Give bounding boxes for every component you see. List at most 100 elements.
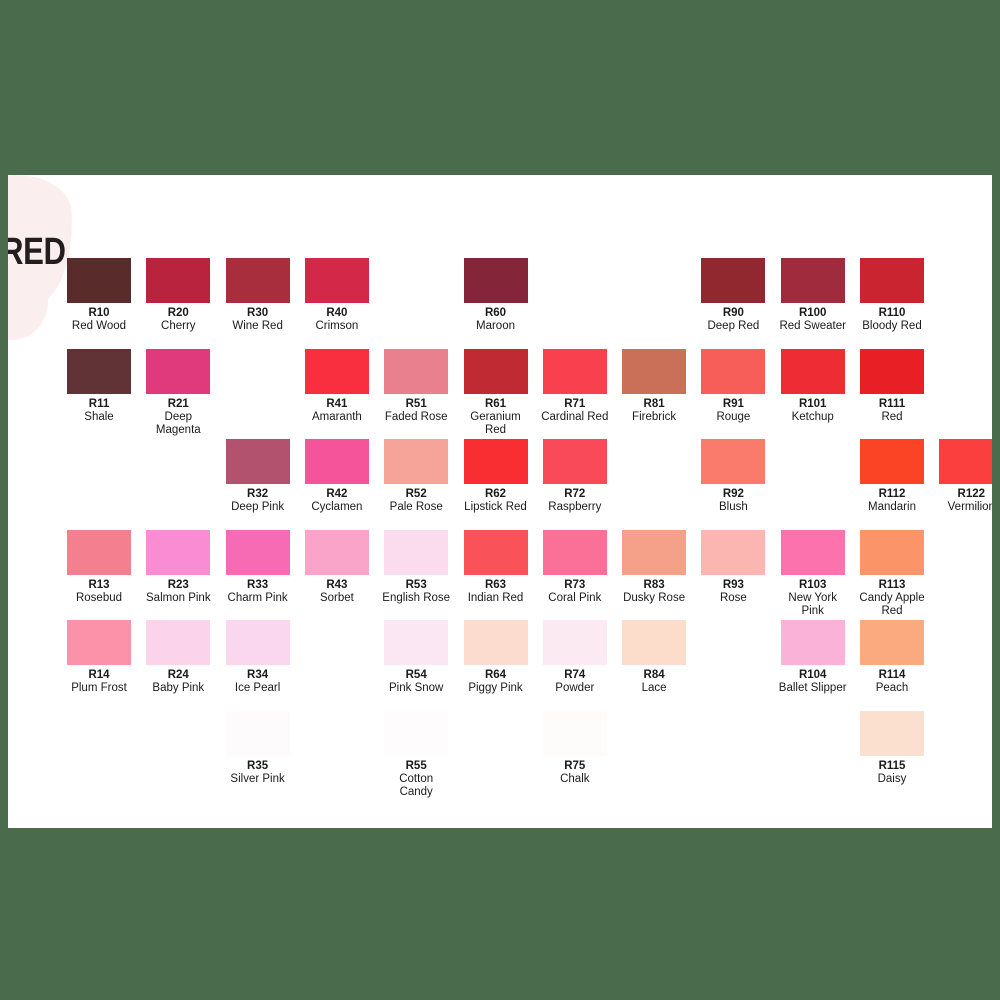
swatch-cell[interactable]: R33 Charm Pink [225,529,294,606]
color-swatch[interactable] [701,258,766,303]
color-swatch[interactable] [542,710,607,756]
swatch-cell[interactable]: R55 Cotton Candy [384,710,452,800]
swatch-cell[interactable]: R93 Rose [701,529,769,606]
swatch-cell[interactable]: R91 Rouge [701,348,769,425]
color-swatch[interactable] [304,258,369,303]
color-swatch[interactable] [780,529,845,575]
swatch-cell[interactable]: R71 Cardinal Red [541,348,611,425]
color-swatch[interactable] [146,620,211,665]
swatch-cell[interactable]: R34 Ice Pearl [225,620,294,696]
swatch-cell[interactable]: R60 Maroon [463,258,532,334]
swatch-cell[interactable]: R11 Shale [67,348,135,425]
swatch-cell[interactable]: R63 Indian Red [463,529,532,606]
color-swatch[interactable] [67,620,131,665]
swatch-cell[interactable]: R74 Powder [542,620,611,696]
swatch-cell[interactable]: R103 New York Pink [780,529,849,619]
color-swatch[interactable] [225,529,290,575]
color-swatch[interactable] [146,258,211,303]
color-swatch[interactable] [622,348,687,394]
swatch-cell[interactable]: R100 Red Sweater [779,258,849,334]
swatch-cell[interactable]: R111 Red [860,348,928,425]
swatch-cell[interactable]: R30 Wine Red [225,258,294,334]
swatch-cell[interactable]: R32 Deep Pink [225,439,294,515]
color-swatch[interactable] [146,348,211,394]
swatch-cell[interactable]: R40 Crimson [304,258,373,334]
color-swatch[interactable] [225,258,290,303]
color-swatch[interactable] [304,348,369,394]
color-swatch[interactable] [542,439,607,484]
color-swatch[interactable] [225,439,290,484]
swatch-cell[interactable]: R75 Chalk [542,710,611,787]
swatch-cell[interactable]: R14 Plum Frost [67,620,135,696]
color-swatch[interactable] [67,258,131,303]
swatch-cell[interactable]: R23 Salmon Pink [146,529,214,606]
swatch-cell[interactable]: R114 Peach [860,620,928,696]
color-swatch[interactable] [304,439,369,484]
color-swatch[interactable] [701,529,766,575]
color-swatch[interactable] [860,710,924,756]
color-swatch[interactable] [67,529,131,575]
color-swatch[interactable] [860,620,924,665]
swatch-cell[interactable]: R113 Candy Apple Red [859,529,928,619]
color-swatch[interactable] [622,529,687,575]
color-swatch[interactable] [146,529,211,575]
color-swatch[interactable] [463,529,528,575]
color-swatch[interactable] [542,620,607,665]
color-swatch[interactable] [780,348,845,394]
color-swatch[interactable] [463,620,528,665]
color-swatch[interactable] [463,348,528,394]
swatch-cell[interactable]: R54 Pink Snow [384,620,452,696]
swatch-cell[interactable]: R52 Pale Rose [384,439,452,515]
color-swatch[interactable] [225,620,290,665]
swatch-cell[interactable]: R110 Bloody Red [860,258,928,334]
color-swatch[interactable] [542,348,607,394]
color-swatch[interactable] [780,620,845,665]
color-swatch[interactable] [780,258,845,303]
swatch-cell[interactable]: R112 Mandarin [860,439,928,515]
swatch-cell[interactable]: R90 Deep Red [701,258,769,334]
color-swatch[interactable] [860,258,924,303]
color-swatch[interactable] [463,439,528,484]
swatch-cell[interactable]: R21 Deep Magenta [146,348,214,438]
swatch-cell[interactable]: R64 Piggy Pink [463,620,532,696]
color-swatch[interactable] [860,439,924,484]
swatch-cell[interactable]: R62 Lipstick Red [463,439,532,515]
color-swatch[interactable] [701,348,766,394]
swatch-cell[interactable]: R24 Baby Pink [146,620,214,696]
color-swatch[interactable] [463,258,528,303]
swatch-cell[interactable]: R104 Ballet Slipper [779,620,849,696]
swatch-cell[interactable]: R13 Rosebud [67,529,135,606]
swatch-cell[interactable]: R115 Daisy [860,710,928,787]
swatch-cell[interactable]: R73 Coral Pink [542,529,611,606]
color-swatch[interactable] [384,439,449,484]
swatch-cell[interactable]: R122 Vermilion [939,439,992,515]
color-swatch[interactable] [860,529,924,575]
swatch-cell[interactable]: R81 Firebrick [622,348,690,425]
color-swatch[interactable] [225,710,290,756]
color-swatch[interactable] [622,620,687,665]
swatch-cell[interactable]: R101 Ketchup [780,348,849,425]
color-swatch[interactable] [939,439,992,484]
color-swatch[interactable] [860,348,924,394]
color-swatch[interactable] [384,529,449,575]
swatch-cell[interactable]: R20 Cherry [146,258,214,334]
swatch-cell[interactable]: R41 Amaranth [304,348,373,425]
swatch-cell[interactable]: R53 English Rose [382,529,452,606]
swatch-cell[interactable]: R43 Sorbet [304,529,373,606]
swatch-cell[interactable]: R10 Red Wood [67,258,135,334]
swatch-cell[interactable]: R51 Faded Rose [384,348,452,425]
color-swatch[interactable] [384,620,449,665]
swatch-cell[interactable]: R92 Blush [701,439,769,515]
color-swatch[interactable] [542,529,607,575]
swatch-cell[interactable]: R42 Cyclamen [304,439,373,515]
swatch-cell[interactable]: R72 Raspberry [542,439,611,515]
color-swatch[interactable] [304,529,369,575]
color-swatch[interactable] [384,348,449,394]
color-swatch[interactable] [384,710,449,756]
color-swatch[interactable] [67,348,131,394]
swatch-cell[interactable]: R83 Dusky Rose [622,529,690,606]
swatch-cell[interactable]: R35 Silver Pink [225,710,294,787]
swatch-cell[interactable]: R61 Geranium Red [463,348,532,438]
color-swatch[interactable] [701,439,766,484]
swatch-cell[interactable]: R84 Lace [622,620,690,696]
